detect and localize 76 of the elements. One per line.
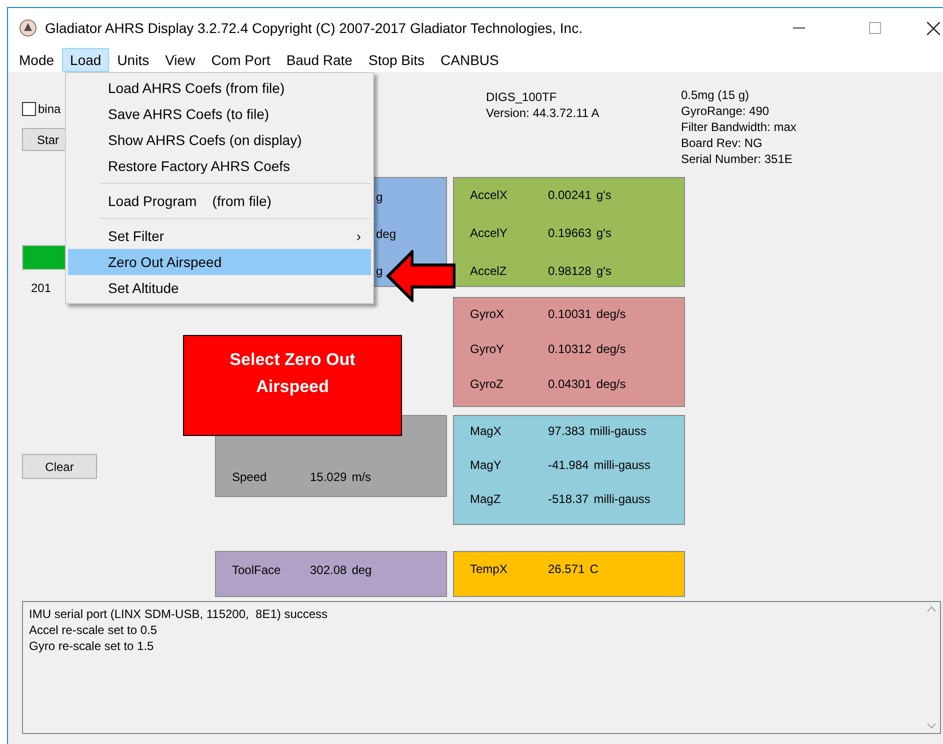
menu-item[interactable]: Load xyxy=(62,48,110,72)
maximize-icon[interactable] xyxy=(869,22,881,34)
menu-item[interactable]: Load AHRS Coefs (from file) xyxy=(68,75,371,101)
checkbox-label: bina xyxy=(38,101,61,118)
unit-text: g's xyxy=(596,263,612,280)
menu-item[interactable]: Set Filter › xyxy=(68,223,371,249)
field-value: 0.10031 xyxy=(548,306,592,323)
field-value: 97.383 xyxy=(548,423,585,440)
spec-text: Filter Bandwidth: max xyxy=(681,119,796,135)
app-icon xyxy=(19,19,37,37)
menu-item[interactable]: Set Altitude xyxy=(68,275,371,301)
field-label: AccelX xyxy=(470,187,508,204)
spec-text: 0.5mg (15 g) xyxy=(681,87,750,103)
spec-text: Board Rev: NG xyxy=(681,135,762,151)
unit-text: milli-gauss xyxy=(594,457,650,474)
menu-item[interactable]: Stop Bits xyxy=(360,48,433,72)
unit-text: deg xyxy=(352,562,372,579)
menu-item[interactable]: Load Program (from file) xyxy=(68,188,371,214)
spec-text: Serial Number: 351E xyxy=(681,151,792,167)
unit-text: milli-gauss xyxy=(594,491,650,508)
spec-text: GyroRange: 490 xyxy=(681,103,770,119)
unit-text: g xyxy=(376,263,384,280)
field-value: 0.00241 xyxy=(548,187,592,204)
unit-text: g's xyxy=(596,187,612,204)
menu-item[interactable]: Com Port xyxy=(203,48,278,72)
unit-text: milli-gauss xyxy=(590,423,646,440)
unit-text: deg xyxy=(376,226,396,243)
menu-item[interactable]: Save AHRS Coefs (to file) xyxy=(68,101,371,127)
window-title: Gladiator AHRS Display 3.2.72.4 Copyright (C) 2007-2017 Gladiator Technologies, Inc. xyxy=(45,18,582,38)
unit-text: g's xyxy=(596,225,612,242)
field-label: AccelY xyxy=(470,225,508,242)
unit-text: deg/s xyxy=(596,376,626,393)
checkbox[interactable] xyxy=(22,102,36,116)
field-label: MagY xyxy=(470,457,502,474)
log-line: IMU serial port (LINX SDM-USB, 115200, 8E1) success xyxy=(29,606,329,622)
unit-text: m/s xyxy=(352,469,372,486)
field-value: -41.984 xyxy=(548,457,589,474)
menu-item[interactable]: Restore Factory AHRS Coefs xyxy=(68,153,371,179)
menu-item[interactable]: View xyxy=(157,48,204,72)
field-value: -518.37 xyxy=(548,491,589,508)
field-value: 0.98128 xyxy=(548,263,592,280)
menu-item[interactable]: CANBUS xyxy=(432,48,507,72)
field-label: Speed xyxy=(232,469,268,486)
field-value: 26.571 xyxy=(548,561,585,578)
field-value: 0.10312 xyxy=(548,341,592,358)
menu-item[interactable]: Zero Out Airspeed xyxy=(68,249,371,275)
reading-text: 201 xyxy=(31,280,52,297)
field-value: 15.029 xyxy=(310,469,347,486)
field-value: 0.04301 xyxy=(548,376,592,393)
field-label: GyroZ xyxy=(470,376,504,393)
menu-item[interactable]: Mode xyxy=(11,48,62,72)
scroll-up-icon[interactable] xyxy=(927,606,936,612)
log-line: Gyro re-scale set to 1.5 xyxy=(29,638,155,654)
field-label: AccelZ xyxy=(470,263,508,280)
field-label: ToolFace xyxy=(232,562,282,579)
field-label: GyroX xyxy=(470,306,506,323)
unit-text: deg/s xyxy=(596,306,626,323)
close-icon[interactable] xyxy=(927,22,940,34)
unit-text: g xyxy=(376,189,384,206)
field-label: MagZ xyxy=(470,491,502,508)
device-model: DIGS_100TF xyxy=(486,89,557,105)
device-version: Version: 44.3.72.11 A xyxy=(486,105,600,121)
field-value: 0.19663 xyxy=(548,225,592,242)
menu-item[interactable]: Baud Rate xyxy=(278,48,360,72)
log-line: Accel re-scale set to 0.5 xyxy=(29,622,158,638)
clear-button[interactable]: Clear xyxy=(22,454,97,479)
scroll-down-icon[interactable] xyxy=(927,723,936,729)
arrow-icon xyxy=(386,250,456,302)
unit-text: deg/s xyxy=(596,341,626,358)
unit-text: C xyxy=(590,561,598,578)
menu-item[interactable]: Units xyxy=(109,48,158,72)
callout: Select Zero Out Airspeed xyxy=(183,335,402,436)
field-value: 302.08 xyxy=(310,562,347,579)
field-label: GyroY xyxy=(470,341,506,358)
field-label: TempX xyxy=(470,561,508,578)
field-label: MagX xyxy=(470,423,502,440)
